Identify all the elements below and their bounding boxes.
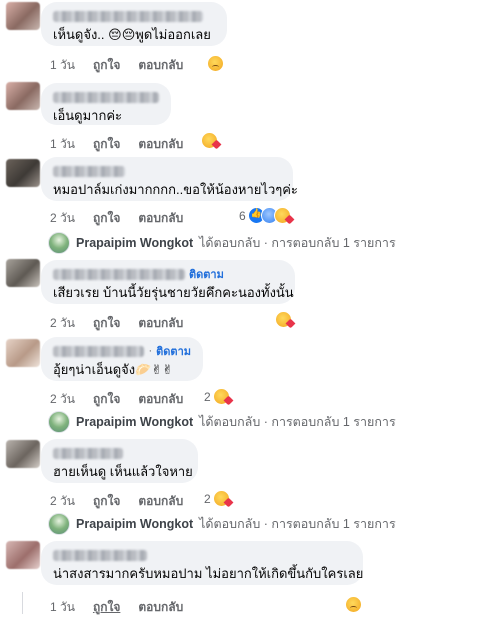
like-button[interactable]: ถูกใจ bbox=[93, 598, 120, 617]
reply-summary: ได้ตอบกลับ · การตอบกลับ 1 รายการ bbox=[199, 517, 396, 531]
view-replies-link[interactable]: Prapaipim Wongkot ได้ตอบกลับ · การตอบกลั… bbox=[48, 411, 396, 433]
reaction-count: 2 bbox=[204, 389, 211, 404]
author-name-blurred[interactable] bbox=[53, 91, 159, 103]
care-heart-icon bbox=[275, 311, 292, 328]
reaction-summary[interactable] bbox=[201, 132, 218, 149]
comment-actions: 2 วัน ถูกใจ ตอบกลับ bbox=[50, 492, 183, 511]
reply-button[interactable]: ตอบกลับ bbox=[138, 598, 183, 617]
reply-author-name: Prapaipim Wongkot bbox=[76, 415, 194, 429]
follow-button[interactable]: ติดตาม bbox=[189, 265, 224, 283]
timestamp[interactable]: 2 วัน bbox=[50, 390, 75, 409]
comment-actions: 1 วัน ถูกใจ ตอบกลับ bbox=[50, 135, 183, 154]
like-button[interactable]: ถูกใจ bbox=[93, 209, 120, 228]
reaction-summary[interactable] bbox=[207, 55, 224, 72]
author-name-blurred[interactable] bbox=[53, 268, 185, 280]
avatar[interactable] bbox=[6, 541, 40, 569]
author-name-blurred[interactable] bbox=[53, 345, 145, 357]
like-button[interactable]: ถูกใจ bbox=[93, 390, 120, 409]
comment-text: ฮายเห็นดู เห็นแล้วใจหาย bbox=[53, 464, 193, 479]
comment-text: หมอปาล์มเก่งมากกกก..ขอให้น้องหายไวๆค่ะ bbox=[53, 182, 298, 197]
comment-text: เสียวเรย บ้านนี้วัยรุ่นชายวัยคึกคะนองทั้… bbox=[53, 285, 294, 300]
reaction-count: 2 bbox=[204, 491, 211, 506]
separator-dot: · bbox=[148, 345, 153, 357]
timestamp[interactable]: 2 วัน bbox=[50, 209, 75, 228]
comment-text: อุ้ยๆน่าเอ็นดูจัง🥟✌✌ bbox=[53, 362, 174, 377]
reply-author-name: Prapaipim Wongkot bbox=[76, 236, 194, 250]
reaction-summary[interactable]: 2 bbox=[204, 388, 230, 405]
like-button[interactable]: ถูกใจ bbox=[93, 135, 120, 154]
like-button[interactable]: ถูกใจ bbox=[93, 314, 120, 333]
reaction-summary[interactable] bbox=[275, 311, 292, 328]
timestamp[interactable]: 1 วัน bbox=[50, 56, 75, 75]
sad-face-icon bbox=[207, 55, 224, 72]
avatar[interactable] bbox=[6, 159, 40, 187]
avatar[interactable] bbox=[6, 259, 40, 287]
comment-bubble: · ติดตาม อุ้ยๆน่าเอ็นดูจัง🥟✌✌ bbox=[41, 337, 203, 381]
author-name-blurred[interactable] bbox=[53, 10, 203, 22]
comment-bubble: ติดตาม เสียวเรย บ้านนี้วัยรุ่นชายวัยคึกค… bbox=[41, 260, 295, 304]
avatar[interactable] bbox=[6, 339, 40, 367]
care-heart-icon bbox=[201, 132, 218, 149]
avatar[interactable] bbox=[6, 440, 40, 468]
comment-text: เอ็นดูมากค่ะ bbox=[53, 108, 122, 123]
reply-button[interactable]: ตอบกลับ bbox=[138, 209, 183, 228]
reaction-summary[interactable] bbox=[345, 596, 362, 613]
timestamp[interactable]: 1 วัน bbox=[50, 598, 75, 617]
care-heart-icon bbox=[273, 207, 291, 224]
comment-actions: 1 วัน ถูกใจ ตอบกลับ bbox=[50, 56, 183, 75]
reaction-summary[interactable]: 2 bbox=[204, 490, 230, 507]
comment-bubble: เอ็นดูมากค่ะ bbox=[41, 83, 171, 125]
like-button[interactable]: ถูกใจ bbox=[93, 492, 120, 511]
timestamp[interactable]: 2 วัน bbox=[50, 492, 75, 511]
comment-bubble: เห็นดูจัง.. 😔😔พูดไม่ออกเลย bbox=[41, 2, 227, 46]
comment-actions: 1 วัน ถูกใจ ตอบกลับ bbox=[50, 598, 183, 617]
comment-actions: 2 วัน ถูกใจ ตอบกลับ bbox=[50, 314, 183, 333]
comment-actions: 2 วัน ถูกใจ ตอบกลับ bbox=[50, 390, 183, 409]
avatar[interactable] bbox=[6, 2, 40, 30]
comment-actions: 2 วัน ถูกใจ ตอบกลับ bbox=[50, 209, 183, 228]
comment-text: เห็นดูจัง.. 😔😔พูดไม่ออกเลย bbox=[53, 27, 211, 42]
avatar bbox=[48, 411, 70, 433]
reaction-summary[interactable]: 6 bbox=[239, 207, 291, 224]
reply-button[interactable]: ตอบกลับ bbox=[138, 314, 183, 333]
care-heart-icon bbox=[212, 490, 230, 507]
comment-bubble: น่าสงสารมากครับหมอปาม ไม่อยากให้เกิดขึ้น… bbox=[41, 541, 363, 585]
sad-face-icon bbox=[345, 596, 362, 613]
follow-button[interactable]: ติดตาม bbox=[156, 342, 191, 360]
comment-bubble: ฮายเห็นดู เห็นแล้วใจหาย bbox=[41, 439, 198, 483]
timestamp[interactable]: 2 วัน bbox=[50, 314, 75, 333]
care-heart-icon bbox=[212, 388, 230, 405]
comment-bubble: หมอปาล์มเก่งมากกกก..ขอให้น้องหายไวๆค่ะ bbox=[41, 157, 298, 201]
reply-button[interactable]: ตอบกลับ bbox=[138, 56, 183, 75]
author-name-blurred[interactable] bbox=[53, 549, 147, 561]
reply-summary: ได้ตอบกลับ · การตอบกลับ 1 รายการ bbox=[199, 415, 396, 429]
reply-button[interactable]: ตอบกลับ bbox=[138, 390, 183, 409]
author-name-blurred[interactable] bbox=[53, 165, 125, 177]
reply-summary: ได้ตอบกลับ · การตอบกลับ 1 รายการ bbox=[199, 236, 396, 250]
view-replies-link[interactable]: Prapaipim Wongkot ได้ตอบกลับ · การตอบกลั… bbox=[48, 513, 396, 535]
avatar bbox=[48, 513, 70, 535]
timestamp[interactable]: 1 วัน bbox=[50, 135, 75, 154]
avatar[interactable] bbox=[6, 82, 40, 110]
thread-line bbox=[22, 592, 23, 614]
avatar bbox=[48, 232, 70, 254]
like-button[interactable]: ถูกใจ bbox=[93, 56, 120, 75]
reaction-count: 6 bbox=[239, 208, 246, 223]
reply-button[interactable]: ตอบกลับ bbox=[138, 492, 183, 511]
reply-author-name: Prapaipim Wongkot bbox=[76, 517, 194, 531]
reply-button[interactable]: ตอบกลับ bbox=[138, 135, 183, 154]
comment-text: น่าสงสารมากครับหมอปาม ไม่อยากให้เกิดขึ้น… bbox=[53, 566, 364, 581]
view-replies-link[interactable]: Prapaipim Wongkot ได้ตอบกลับ · การตอบกลั… bbox=[48, 232, 396, 254]
author-name-blurred[interactable] bbox=[53, 447, 123, 459]
